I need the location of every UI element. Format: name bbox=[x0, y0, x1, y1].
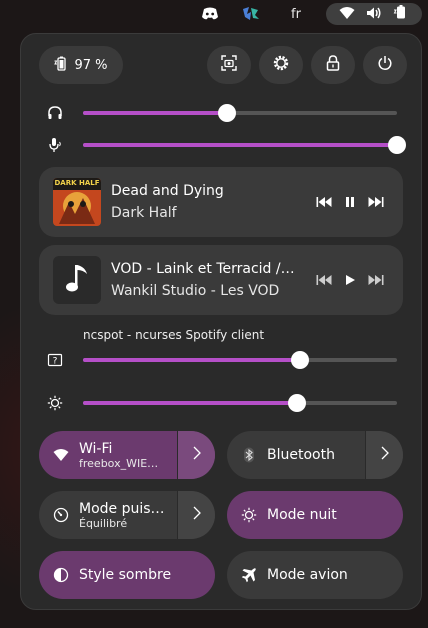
bluetooth-label: Bluetooth bbox=[267, 447, 335, 463]
pause-icon bbox=[344, 193, 356, 212]
play-icon bbox=[344, 271, 356, 290]
skip-forward-icon bbox=[368, 193, 384, 212]
wifi-network-name: freebox_WIE… bbox=[79, 456, 159, 470]
power-mode-label: Mode puis… bbox=[79, 500, 165, 517]
top-bar: fr bbox=[0, 0, 428, 28]
skip-back-icon bbox=[316, 271, 332, 290]
track-title-secondary: VOD - Laink et Terracid // … bbox=[111, 261, 297, 277]
battery-button[interactable]: 97 % bbox=[39, 46, 123, 84]
track-artist: Dark Half bbox=[111, 205, 177, 221]
power-mode-icon bbox=[51, 505, 71, 525]
lock-button[interactable] bbox=[311, 46, 355, 84]
music-note-icon bbox=[63, 262, 91, 298]
media-player-card-secondary[interactable]: VOD - Laink et Terracid // … Wankil Stud… bbox=[39, 245, 403, 315]
airplane-mode-label: Mode avion bbox=[267, 567, 348, 583]
discord-icon[interactable] bbox=[198, 4, 222, 24]
wifi-icon bbox=[339, 5, 355, 24]
bluetooth-menu-button[interactable] bbox=[365, 431, 403, 479]
headphones-icon[interactable] bbox=[45, 103, 65, 123]
wifi-icon bbox=[51, 445, 71, 465]
input-volume-slider-row bbox=[21, 133, 421, 157]
output-volume-knob[interactable] bbox=[218, 104, 237, 122]
night-mode-label: Mode nuit bbox=[267, 507, 337, 523]
album-cover: DARK HALF bbox=[53, 178, 101, 226]
brightness-slider[interactable] bbox=[83, 394, 397, 412]
wifi-menu-button[interactable] bbox=[177, 431, 215, 479]
quick-settings-panel: 97 % DARK HALF Dead and Dying Dark Half … bbox=[20, 33, 422, 610]
chevron-right-icon bbox=[193, 506, 201, 524]
next-track-button[interactable] bbox=[365, 192, 387, 212]
screenshot-button[interactable] bbox=[207, 46, 251, 84]
chevron-right-icon bbox=[381, 446, 389, 464]
music-note-cover bbox=[53, 256, 101, 304]
power-mode-toggle[interactable]: Mode puis… Équilibré bbox=[39, 491, 215, 539]
app-volume-slider[interactable] bbox=[83, 351, 397, 369]
bluetooth-icon bbox=[239, 445, 259, 465]
svg-text:?: ? bbox=[53, 357, 58, 367]
settings-button[interactable] bbox=[259, 46, 303, 84]
previous-track-button[interactable] bbox=[313, 192, 335, 212]
airplane-icon bbox=[239, 565, 259, 585]
bluetooth-toggle[interactable]: Bluetooth bbox=[227, 431, 403, 479]
lock-icon bbox=[326, 55, 340, 75]
app-volume-slider-row: ? bbox=[21, 348, 421, 372]
brightness-knob[interactable] bbox=[287, 394, 306, 412]
dark-style-icon bbox=[51, 565, 71, 585]
battery-icon bbox=[393, 4, 409, 24]
skip-back-icon bbox=[316, 193, 332, 212]
volume-icon bbox=[366, 5, 382, 24]
battery-percent: 97 % bbox=[74, 57, 108, 73]
brightness-fill bbox=[83, 401, 297, 405]
unknown-app-icon: ? bbox=[45, 350, 65, 370]
input-volume-slider[interactable] bbox=[83, 136, 406, 154]
power-button[interactable] bbox=[363, 46, 407, 84]
output-volume-slider[interactable] bbox=[83, 104, 397, 122]
track-title: Dead and Dying bbox=[111, 183, 224, 199]
power-mode-value: Équilibré bbox=[79, 516, 128, 530]
pause-button[interactable] bbox=[339, 192, 361, 212]
output-volume-fill bbox=[83, 111, 228, 115]
output-volume-slider-row bbox=[21, 101, 421, 125]
settings-icon bbox=[272, 54, 290, 76]
next-track-button-secondary[interactable] bbox=[365, 270, 387, 290]
dark-style-label: Style sombre bbox=[79, 567, 172, 583]
app-volume-fill bbox=[83, 358, 300, 362]
brightness-icon bbox=[45, 393, 65, 413]
chevron-right-icon bbox=[193, 446, 201, 464]
input-volume-knob[interactable] bbox=[388, 136, 406, 154]
app-volume-label: ncspot - ncurses Spotify client bbox=[83, 328, 265, 342]
track-artist-secondary: Wankil Studio - Les VOD bbox=[111, 283, 280, 299]
skip-forward-icon bbox=[368, 271, 384, 290]
night-light-icon bbox=[239, 505, 259, 525]
media-player-card[interactable]: DARK HALF Dead and Dying Dark Half bbox=[39, 167, 403, 237]
play-button[interactable] bbox=[339, 270, 361, 290]
night-mode-toggle[interactable]: Mode nuit bbox=[227, 491, 403, 539]
app-tray-icon[interactable] bbox=[238, 4, 264, 24]
airplane-mode-toggle[interactable]: Mode avion bbox=[227, 551, 403, 599]
app-volume-knob[interactable] bbox=[290, 351, 309, 369]
album-cover-text: DARK HALF bbox=[54, 179, 100, 187]
power-mode-menu-button[interactable] bbox=[177, 491, 215, 539]
brightness-slider-row bbox=[21, 391, 421, 415]
power-icon bbox=[377, 55, 393, 75]
system-status-button[interactable] bbox=[326, 3, 422, 25]
screenshot-icon bbox=[221, 55, 237, 75]
input-volume-fill bbox=[83, 143, 397, 147]
battery-charging-icon bbox=[54, 55, 68, 75]
dark-style-toggle[interactable]: Style sombre bbox=[39, 551, 215, 599]
wifi-label: Wi-Fi bbox=[79, 440, 113, 457]
language-indicator[interactable]: fr bbox=[282, 4, 310, 24]
microphone-icon[interactable] bbox=[45, 135, 65, 155]
previous-track-button-secondary[interactable] bbox=[313, 270, 335, 290]
wifi-toggle[interactable]: Wi-Fi freebox_WIE… bbox=[39, 431, 215, 479]
